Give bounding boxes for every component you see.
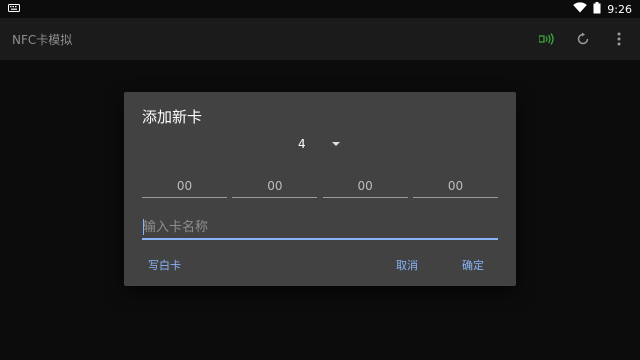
add-card-dialog: 添加新卡 4 写白卡 取消 确定 [124,92,516,286]
app-actions [538,30,630,48]
hex-field-row [142,176,498,198]
app-bar: NFC卡模拟 [0,18,640,60]
battery-icon [593,1,601,17]
card-name-input[interactable] [142,216,498,240]
more-vert-icon[interactable] [610,30,628,48]
length-select[interactable]: 4 [294,134,344,154]
cancel-button[interactable]: 取消 [390,254,424,276]
hex-field-4[interactable] [412,176,498,198]
write-blank-card-button[interactable]: 写白卡 [142,254,187,276]
status-time: 9:26 [607,2,632,16]
keyboard-icon [8,3,20,16]
status-right: 9:26 [573,1,632,17]
text-cursor [143,219,144,235]
ok-button[interactable]: 确定 [456,254,490,276]
dialog-title: 添加新卡 [142,108,203,126]
hex-field-1[interactable] [142,176,227,198]
dropdown-arrow-icon [332,142,340,146]
refresh-icon[interactable] [574,30,592,48]
length-value: 4 [298,137,306,151]
hex-field-3[interactable] [322,176,408,198]
status-bar: 9:26 [0,0,640,18]
nfc-icon[interactable] [538,30,556,48]
wifi-icon [573,2,588,16]
hex-field-2[interactable] [232,176,318,198]
app-title: NFC卡模拟 [12,32,73,47]
